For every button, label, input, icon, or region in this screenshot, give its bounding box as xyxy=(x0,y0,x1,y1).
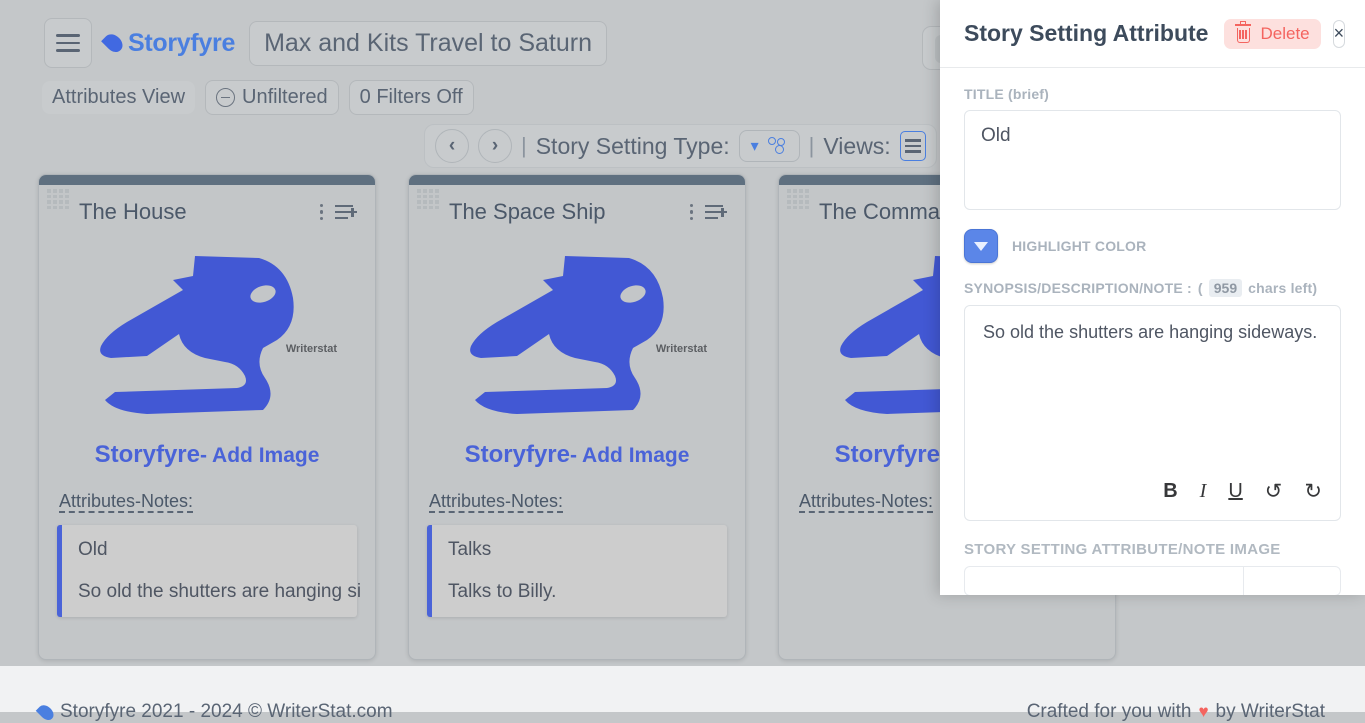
synopsis-label: SYNOPSIS/DESCRIPTION/NOTE : xyxy=(964,280,1192,296)
unfiltered-chip[interactable]: Unfiltered xyxy=(205,80,339,115)
panel-body: TITLE (brief) HIGHLIGHT COLOR SYNOPSIS/D… xyxy=(940,68,1365,595)
dragon-logo-icon xyxy=(87,236,327,436)
drag-handle-icon[interactable] xyxy=(787,189,809,209)
add-note-icon[interactable] xyxy=(335,204,357,220)
nav-separator-2: | xyxy=(809,133,815,159)
logo-caption-action: - Add Image xyxy=(200,444,319,467)
attribute-note-item[interactable]: Old So old the shutters are hanging si xyxy=(57,525,357,617)
highlight-color-label: HIGHLIGHT COLOR xyxy=(1012,238,1146,254)
attribute-title: Old xyxy=(78,539,341,561)
prev-button[interactable]: ‹ xyxy=(435,129,469,163)
attributes-notes-label: Attributes-Notes: xyxy=(59,491,375,512)
next-button[interactable]: › xyxy=(478,129,512,163)
card-image-placeholder[interactable]: Writerstat xyxy=(409,225,745,447)
card-title: The House xyxy=(79,199,187,225)
synopsis-editor[interactable]: So old the shutters are hanging sideways… xyxy=(964,305,1341,521)
delete-button[interactable]: Delete xyxy=(1224,19,1320,49)
attribute-description: So old the shutters are hanging si xyxy=(78,581,341,603)
card-top-strip xyxy=(409,175,745,185)
filter-icon xyxy=(216,88,235,107)
attributes-notes-label: Attributes-Notes: xyxy=(429,491,745,512)
attribute-title: Talks xyxy=(448,539,711,561)
close-icon[interactable]: × xyxy=(1333,20,1346,48)
views-label: Views: xyxy=(823,133,890,160)
editor-toolbar: B I U ↺ ↻ xyxy=(1163,479,1322,504)
italic-icon[interactable]: I xyxy=(1200,480,1207,503)
unfiltered-label: Unfiltered xyxy=(242,86,328,109)
panel-title: Story Setting Attribute xyxy=(964,20,1208,47)
image-file-input[interactable] xyxy=(964,566,1341,595)
chevron-down-icon: ▾ xyxy=(751,136,759,156)
file-input-field[interactable] xyxy=(965,567,1244,595)
footer-credit-post: by WriterStat xyxy=(1216,701,1325,723)
bold-icon[interactable]: B xyxy=(1163,480,1177,503)
footer-credit-pre: Crafted for you with xyxy=(1027,701,1192,723)
attributes-view-chip[interactable]: Attributes View xyxy=(42,81,195,114)
story-setting-type-select[interactable]: ▾ xyxy=(739,130,800,162)
attribute-description: Talks to Billy. xyxy=(448,581,711,603)
undo-icon[interactable]: ↺ xyxy=(1265,479,1283,504)
story-setting-type-label: Story Setting Type: xyxy=(536,133,730,160)
flame-icon xyxy=(101,31,126,56)
heart-icon: ♥ xyxy=(1198,702,1208,722)
highlight-color-row: HIGHLIGHT COLOR xyxy=(964,229,1341,263)
card-more-menu-icon[interactable] xyxy=(320,204,324,221)
flame-icon xyxy=(36,702,57,723)
panel-header: Story Setting Attribute Delete × xyxy=(940,0,1365,68)
story-setting-card[interactable]: The House Writerstat Storyfyre- Add Imag… xyxy=(38,174,376,660)
drag-handle-icon[interactable] xyxy=(417,189,439,209)
brand-name: Storyfyre xyxy=(128,29,235,58)
story-title-field[interactable]: Max and Kits Travel to Saturn xyxy=(249,21,607,66)
story-setting-nav-row: ‹ › | Story Setting Type: ▾ | Views: xyxy=(424,124,937,168)
image-section-label: STORY SETTING ATTRIBUTE/NOTE IMAGE xyxy=(964,541,1341,558)
filters-off-label: 0 Filters Off xyxy=(360,86,463,109)
page-footer: Storyfyre 2021 - 2024 © WriterStat.com C… xyxy=(0,666,1365,712)
logo-caption-action: - Add Image xyxy=(570,444,689,467)
attribute-note-item[interactable]: Talks Talks to Billy. xyxy=(427,525,727,617)
nodes-icon xyxy=(768,137,788,155)
brand-logo[interactable]: Storyfyre xyxy=(106,29,235,58)
watermark-label: Writerstat xyxy=(656,343,707,355)
chars-paren-open: ( xyxy=(1198,280,1203,296)
watermark-label: Writerstat xyxy=(286,343,337,355)
footer-credit: Crafted for you with ♥ by WriterStat xyxy=(1027,701,1325,723)
nav-separator-1: | xyxy=(521,133,527,159)
synopsis-label-row: SYNOPSIS/DESCRIPTION/NOTE : ( 959 chars … xyxy=(964,279,1341,297)
card-title: The Space Ship xyxy=(449,199,606,225)
footer-copyright-text: Storyfyre 2021 - 2024 © WriterStat.com xyxy=(60,701,393,723)
card-image-placeholder[interactable]: Writerstat xyxy=(39,225,375,447)
redo-icon[interactable]: ↻ xyxy=(1304,479,1322,504)
synopsis-text[interactable]: So old the shutters are hanging sideways… xyxy=(965,306,1340,359)
add-note-icon[interactable] xyxy=(705,204,727,220)
card-more-menu-icon[interactable] xyxy=(690,204,694,221)
file-browse-button[interactable] xyxy=(1244,567,1340,595)
card-top-strip xyxy=(39,175,375,185)
title-input[interactable] xyxy=(964,110,1341,210)
footer-copyright: Storyfyre 2021 - 2024 © WriterStat.com xyxy=(40,701,393,723)
story-setting-attribute-panel: Story Setting Attribute Delete × TITLE (… xyxy=(940,0,1365,595)
menu-hamburger-icon[interactable] xyxy=(44,18,92,68)
delete-label: Delete xyxy=(1260,24,1309,44)
dragon-logo-icon xyxy=(457,236,697,436)
drag-handle-icon[interactable] xyxy=(47,189,69,209)
underline-icon[interactable]: U xyxy=(1228,480,1242,503)
filters-off-chip[interactable]: 0 Filters Off xyxy=(349,80,474,115)
story-setting-card[interactable]: The Space Ship Writerstat Storyfyre- Add… xyxy=(408,174,746,660)
highlight-color-swatch[interactable] xyxy=(964,229,998,263)
trash-icon xyxy=(1235,24,1251,43)
chars-left-count: 959 xyxy=(1209,279,1242,297)
chars-left-text: chars left) xyxy=(1248,280,1317,296)
title-field-label: TITLE (brief) xyxy=(964,86,1341,102)
views-list-icon[interactable] xyxy=(900,131,926,161)
